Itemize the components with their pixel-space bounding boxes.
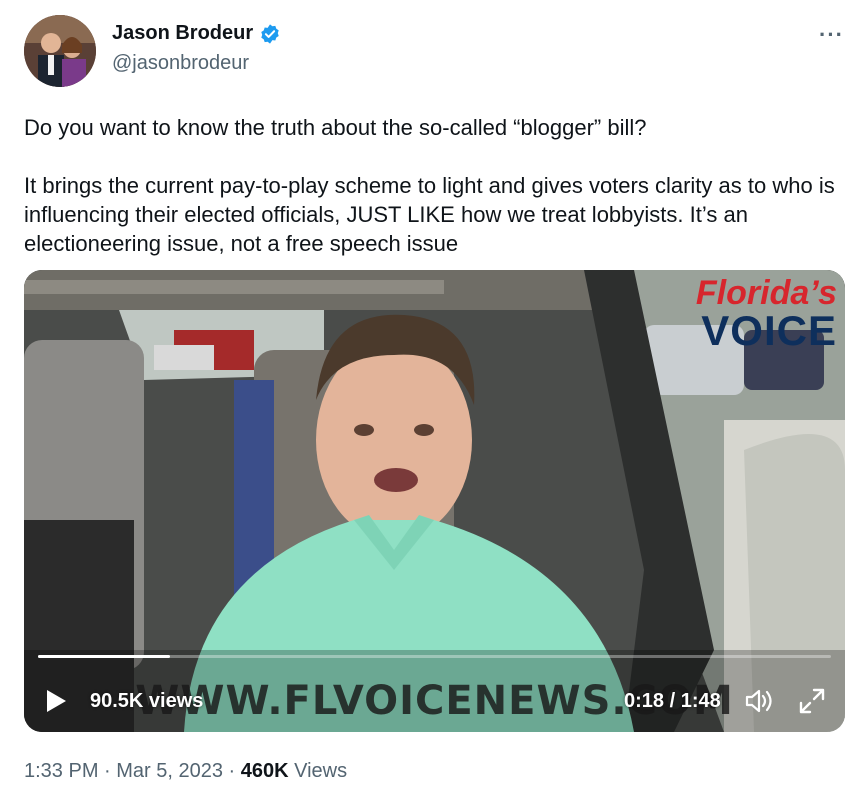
tweet-paragraph: It brings the current pay-to-play scheme… — [24, 173, 835, 256]
tweet-meta: 1:33 PM · Mar 5, 2023 · 460K Views — [24, 760, 347, 783]
author-handle[interactable]: @jasonbrodeur — [112, 52, 249, 75]
more-options-icon[interactable]: ··· — [819, 22, 844, 48]
video-player[interactable]: Florida’s VOICE WWW.FLVOICENEWS.COM 90.5… — [24, 270, 845, 732]
brand-logo-bottom: VOICE — [701, 307, 837, 354]
volume-icon[interactable] — [744, 687, 774, 715]
brand-logo: Florida’s VOICE — [696, 276, 837, 352]
tweet-view-count: 460K — [240, 760, 289, 782]
author-name-row: Jason Brodeur — [112, 22, 281, 45]
verified-badge-icon — [259, 23, 281, 45]
progress-fill — [38, 655, 171, 658]
tweet-timestamp[interactable]: 1:33 PM · Mar 5, 2023 · — [24, 760, 241, 782]
play-icon[interactable] — [44, 688, 68, 714]
video-time: 0:18 / 1:48 — [624, 690, 721, 712]
tweet-text: Do you want to know the truth about the … — [24, 113, 844, 258]
tweet-views-label: Views — [288, 760, 348, 782]
tweet: Jason Brodeur @jasonbrodeur ··· Do you w… — [0, 0, 862, 800]
progress-bar[interactable] — [38, 655, 831, 658]
brand-logo-top: Florida’s — [695, 274, 837, 312]
video-controls: 90.5K views 0:18 / 1:48 — [24, 680, 845, 720]
fullscreen-icon[interactable] — [797, 686, 827, 716]
video-view-count: 90.5K views — [90, 690, 204, 712]
author-display-name[interactable]: Jason Brodeur — [112, 22, 253, 45]
tweet-paragraph: Do you want to know the truth about the … — [24, 115, 647, 140]
avatar[interactable] — [24, 15, 96, 87]
